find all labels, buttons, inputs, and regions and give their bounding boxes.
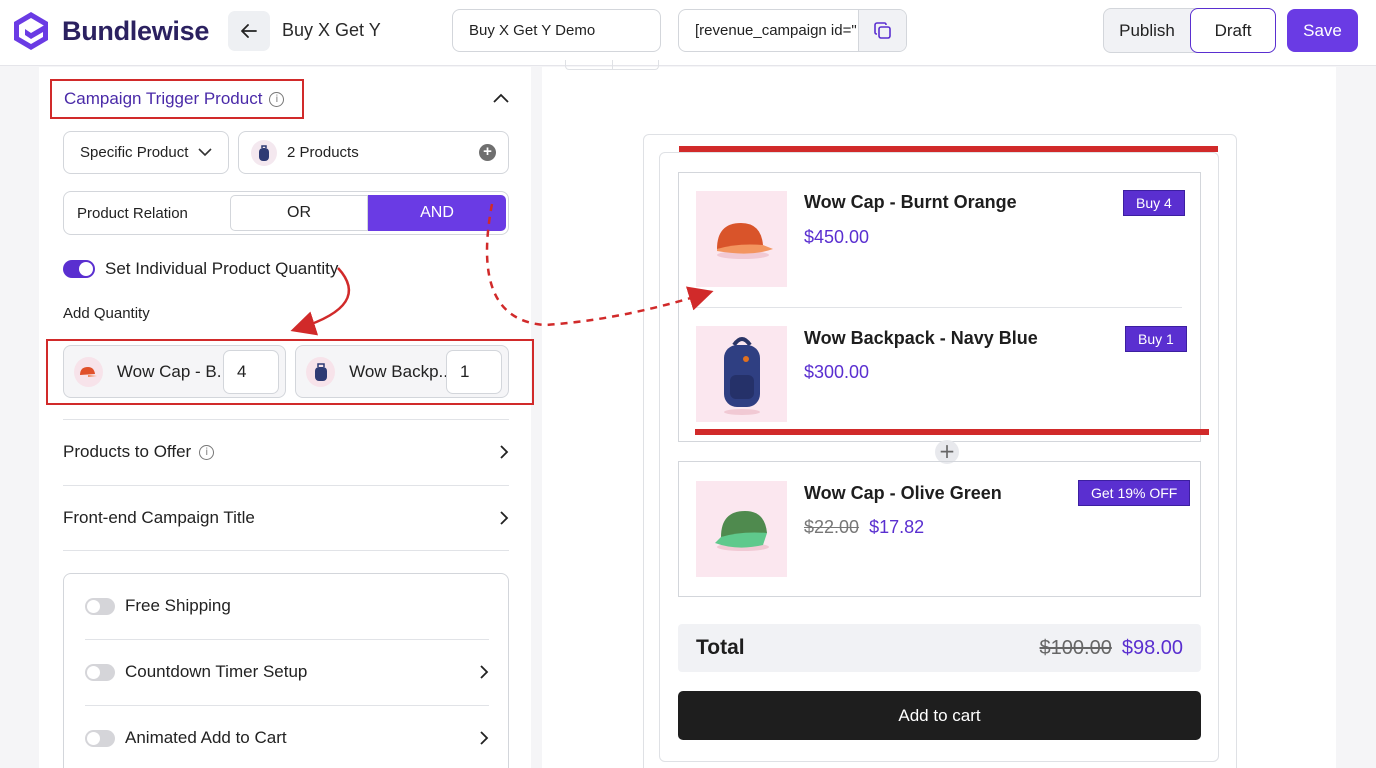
publish-button[interactable]: Publish (1104, 9, 1190, 52)
green-cap-icon (714, 511, 769, 551)
animated-cart-toggle[interactable] (85, 729, 115, 747)
relation-label: Product Relation (77, 204, 188, 222)
highlight-line (695, 429, 1209, 435)
info-icon[interactable]: i (199, 444, 215, 460)
total-label: Total (696, 636, 745, 659)
brand-logo[interactable]: Bundlewise (8, 8, 209, 54)
product-price: $300.00 (804, 362, 870, 382)
arrow-left-icon (241, 24, 257, 38)
qty-item-name: Wow Backp... (349, 361, 446, 381)
product-relation: Product Relation OR AND (63, 191, 509, 235)
save-button[interactable]: Save (1287, 9, 1358, 52)
status-toggle: Publish Draft (1103, 8, 1276, 53)
buy-badge: Buy 1 (1125, 326, 1187, 352)
qty-item-cap: Wow Cap - B... (63, 345, 286, 398)
draft-button[interactable]: Draft (1190, 8, 1276, 53)
chevron-up-icon[interactable] (492, 92, 510, 104)
product-name: Wow Cap - Burnt Orange (804, 192, 1017, 212)
select-value: Specific Product (80, 144, 189, 161)
option-label: Animated Add to Cart (125, 728, 287, 747)
quantity-input[interactable] (446, 349, 502, 394)
chevron-right-icon (500, 511, 509, 525)
old-price: $22.00 (804, 517, 860, 537)
options-box: Free Shipping Countdown Timer Setup Anim… (63, 573, 509, 768)
copy-icon (873, 21, 891, 39)
option-label: Free Shipping (125, 596, 231, 615)
option-label: Countdown Timer Setup (125, 662, 308, 681)
divider (696, 307, 1182, 308)
divider (63, 550, 509, 551)
individual-qty-label: Set Individual Product Quantity (105, 259, 339, 278)
total-old-price: $100.00 (1039, 636, 1112, 659)
trigger-type-select[interactable]: Specific Product (63, 131, 229, 174)
qty-item-backpack: Wow Backp... (295, 345, 509, 398)
chevron-right-icon (480, 731, 489, 745)
navy-backpack-icon (723, 337, 760, 415)
cap-icon (74, 356, 103, 387)
shortcode-value[interactable]: [revenue_campaign id=" (679, 10, 858, 51)
individual-qty-toggle[interactable] (63, 260, 95, 278)
divider (63, 419, 509, 420)
backpack-icon (251, 139, 277, 166)
add-quantity-label: Add Quantity (63, 305, 150, 322)
individual-qty-setting: Set Individual Product Quantity (63, 259, 338, 279)
product-name: Wow Backpack - Navy Blue (804, 328, 1038, 348)
campaign-type-title: Buy X Get Y (282, 20, 381, 40)
plus-circle-icon[interactable]: + (479, 144, 496, 161)
quantity-input[interactable] (223, 349, 279, 394)
product-image (696, 326, 787, 422)
option-animated-add-to-cart[interactable]: Animated Add to Cart (85, 728, 489, 748)
settings-panel: Campaign Trigger Product i Specific Prod… (39, 67, 534, 768)
chevron-right-icon (480, 665, 489, 679)
info-icon[interactable]: i (269, 91, 285, 107)
countdown-timer-toggle[interactable] (85, 663, 115, 681)
discount-badge: Get 19% OFF (1078, 480, 1191, 506)
divider (63, 485, 509, 486)
products-count: 2 Products (287, 144, 359, 161)
campaign-trigger-header[interactable]: Campaign Trigger Product i (50, 79, 304, 119)
relation-and-button[interactable]: AND (368, 195, 506, 231)
divider (85, 705, 489, 706)
products-to-offer-row[interactable]: Products to Offer i (63, 442, 509, 462)
total-row: Total $100.00 $98.00 (678, 624, 1201, 672)
section-title: Campaign Trigger Product (64, 89, 263, 108)
section-label: Front-end Campaign Title (63, 508, 255, 527)
product-image (696, 481, 787, 577)
chevron-down-icon (198, 148, 212, 157)
shortcode-field[interactable]: [revenue_campaign id=" (678, 9, 907, 52)
device-toggle[interactable] (565, 60, 659, 70)
buy-badge: Buy 4 (1123, 190, 1185, 216)
copy-shortcode-button[interactable] (858, 10, 906, 51)
sale-price: $17.82 (869, 517, 925, 537)
relation-or-button[interactable]: OR (230, 195, 368, 231)
orange-cap-icon (716, 223, 773, 259)
section-label: Products to Offer (63, 442, 192, 461)
highlight-line (679, 146, 1218, 152)
product-image (696, 191, 787, 287)
product-price: $450.00 (804, 227, 870, 247)
option-countdown-timer[interactable]: Countdown Timer Setup (85, 662, 489, 682)
frontend-title-row[interactable]: Front-end Campaign Title (63, 508, 509, 528)
total-new-price: $98.00 (1121, 636, 1183, 659)
chevron-right-icon (500, 445, 509, 459)
free-shipping-toggle[interactable] (85, 597, 115, 615)
add-to-cart-button[interactable]: Add to cart (678, 691, 1201, 740)
campaign-title-input[interactable] (452, 9, 661, 52)
product-price: $22.00 $17.82 (804, 517, 924, 538)
back-button[interactable] (228, 11, 270, 51)
product-picker[interactable]: 2 Products + (238, 131, 509, 174)
top-bar: Bundlewise Buy X Get Y [revenue_campaign… (0, 0, 1376, 66)
qty-item-name: Wow Cap - B... (116, 361, 223, 381)
option-free-shipping[interactable]: Free Shipping (85, 596, 489, 616)
product-name: Wow Cap - Olive Green (804, 483, 1002, 503)
bundlewise-logo-icon (14, 12, 48, 50)
backpack-icon (306, 356, 336, 387)
divider (85, 639, 489, 640)
brand-name: Bundlewise (62, 15, 210, 46)
